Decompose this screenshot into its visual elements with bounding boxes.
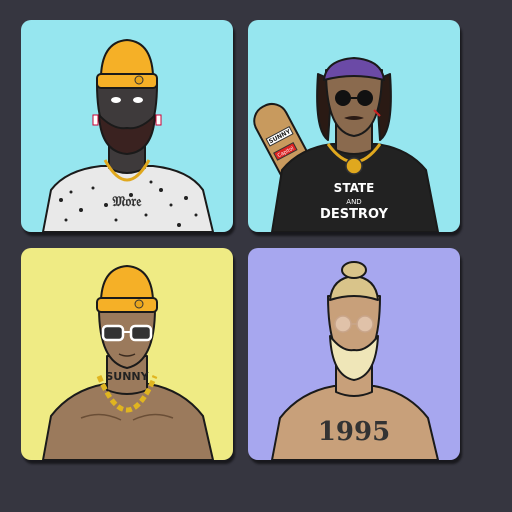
avatar-art-4: 1995 — [248, 248, 460, 460]
nft-card-3[interactable]: SUNNY — [21, 248, 233, 460]
nft-card-1[interactable]: 𝔐𝔬𝔯𝔢 — [21, 20, 233, 232]
nft-card-4[interactable]: 1995 — [248, 248, 460, 460]
shirt-text-1: STATE — [334, 181, 375, 195]
avatar-art-2: SUNNY Capitol STATE AND DESTROY — [248, 20, 460, 232]
svg-text:𝔐𝔬𝔯𝔢: 𝔐𝔬𝔯𝔢 — [113, 194, 143, 210]
neck-tattoo: SUNNY — [105, 370, 149, 383]
chest-tattoo: 1995 — [318, 417, 390, 447]
shirt-text-2: AND — [346, 198, 361, 206]
shirt-text-3: DESTROY — [320, 207, 389, 222]
avatar-art-1: 𝔐𝔬𝔯𝔢 — [21, 20, 233, 232]
nft-card-2[interactable]: SUNNY Capitol STATE AND DESTROY — [248, 20, 460, 232]
avatar-art-3: SUNNY — [21, 248, 233, 460]
